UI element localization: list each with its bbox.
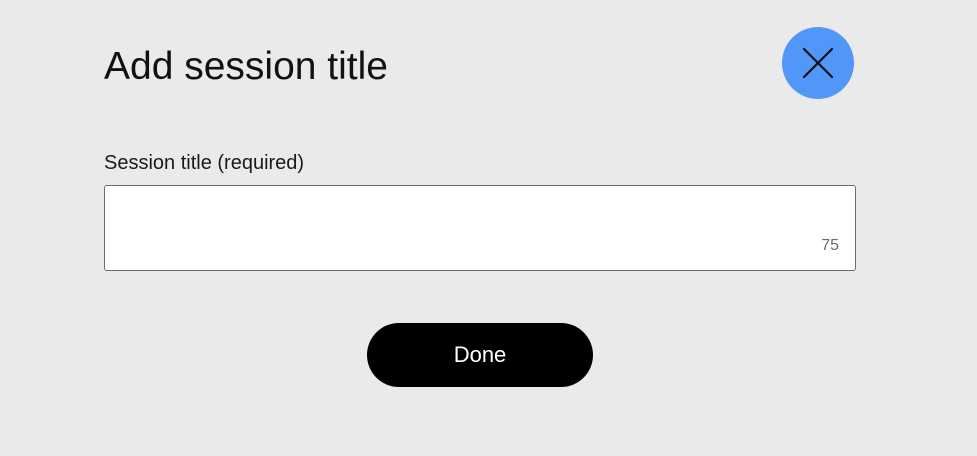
character-count: 75 xyxy=(821,237,839,254)
close-button[interactable] xyxy=(782,27,854,99)
dialog-title: Add session title xyxy=(104,45,388,88)
session-title-label: Session title (required) xyxy=(104,152,305,174)
close-icon xyxy=(801,46,835,80)
done-button[interactable]: Done xyxy=(367,323,593,387)
session-title-field: 75 xyxy=(104,185,856,271)
add-session-title-dialog: Add session title Session title (require… xyxy=(0,0,977,456)
session-title-input[interactable] xyxy=(105,186,855,270)
